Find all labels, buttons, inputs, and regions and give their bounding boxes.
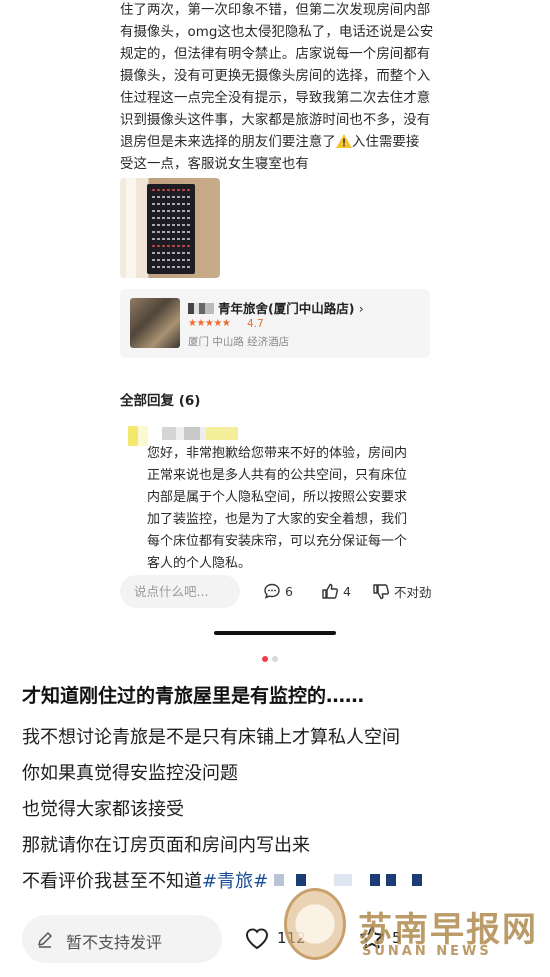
pencil-icon (38, 932, 52, 948)
bottom-action-bar: 暂不支持发评 112 5 (0, 900, 550, 977)
warning-icon (335, 134, 352, 148)
post-line: 那就请你在订房页面和房间内写出来 (22, 835, 310, 856)
review-line: 受这一点，客服说女生寝室也有 (120, 157, 309, 172)
thumbs-up-icon (322, 583, 339, 599)
review-line: 识到摄像头这件事，大家都是旅游时间也不多，没有 (120, 113, 431, 128)
carousel-dots[interactable] (262, 656, 278, 662)
hotel-tags: 厦门 中山路 经济酒店 (188, 336, 290, 348)
post-like-count: 112 (277, 929, 306, 947)
hotel-card[interactable]: 青年旅舍(厦门中山路店) › ★★★★★ 4.7 厦门 中山路 经济酒店 (120, 289, 430, 358)
hotel-name[interactable]: 青年旅舍(厦门中山路店) › (188, 298, 364, 317)
review-line: 摄像头，没有可更换无摄像头房间的选择，而整个入 (120, 69, 431, 84)
blurred-text (188, 303, 214, 314)
comment-input[interactable]: 说点什么吧... (120, 575, 240, 608)
hotel-thumbnail (130, 298, 180, 348)
review-text-block: 住了两次，第一次印象不错，但第二次发现房间内部 有摄像头，omg这也太侵犯隐私了… (120, 0, 435, 176)
like-post-button[interactable]: 112 (243, 924, 306, 952)
comment-count: 6 (285, 583, 293, 599)
review-line: 退房但是未来选择的朋友们要注意了 入住需要接 (120, 134, 420, 150)
rating-stars: ★★★★★ (188, 318, 231, 329)
review-line: 有摄像头，omg这也太侵犯隐私了，电话还说是公安 (120, 25, 434, 40)
post-title: 才知道刚住过的青旅屋里是有监控的…… (22, 685, 365, 707)
reply-author-blurred (162, 427, 238, 440)
post-body: 我不想讨论青旅是不是只有床铺上才算私人空间 你如果真觉得安监控没问题 也觉得大家… (22, 720, 532, 900)
rating-score: 4.7 (247, 318, 264, 330)
heart-icon (245, 928, 269, 950)
photo-door-frame (126, 178, 136, 278)
favorite-button[interactable]: 5 (358, 924, 402, 952)
review-line: 住过程这一点完全没有提示，导致我第二次去住才意 (120, 91, 431, 106)
review-line: 住了两次，第一次印象不错，但第二次发现房间内部 (120, 3, 431, 18)
star-icon (360, 926, 384, 949)
review-photo[interactable] (120, 178, 220, 278)
replies-heading[interactable]: 全部回复 (6) (120, 389, 200, 409)
carousel-dot-active[interactable] (262, 656, 268, 662)
like-count: 4 (343, 583, 351, 599)
post-line: 也觉得大家都该接受 (22, 799, 184, 820)
comment-icon (264, 583, 280, 599)
photo-notice-board (147, 184, 195, 274)
avatar[interactable] (128, 426, 148, 446)
post-line: 不看评价我甚至不知道#青旅# (22, 864, 532, 900)
dislike-button[interactable]: 不对劲 (372, 582, 432, 601)
dislike-label: 不对劲 (394, 585, 432, 600)
post-line: 我不想讨论青旅是不是只有床铺上才算私人空间 (22, 727, 400, 748)
chevron-right-icon: › (358, 301, 364, 316)
review-line: 规定的，但法律有明令禁止。店家说每一个房间都有 (120, 47, 431, 62)
blurred-text (273, 874, 444, 886)
comment-button[interactable]: 6 (263, 582, 293, 600)
hashtag-link[interactable]: #青旅# (202, 871, 268, 892)
carousel-dot[interactable] (272, 656, 278, 662)
like-button[interactable]: 4 (321, 582, 351, 600)
post-line: 你如果真觉得安监控没问题 (22, 763, 238, 784)
home-indicator (214, 631, 336, 635)
merchant-reply: 您好，非常抱歉给您带来不好的体验，房间内 正常来说也是多人共有的公共空间，只有床… (147, 446, 408, 571)
post-star-count: 5 (392, 929, 402, 947)
thumbs-down-icon (373, 583, 390, 599)
reply-input[interactable]: 暂不支持发评 (22, 915, 222, 963)
